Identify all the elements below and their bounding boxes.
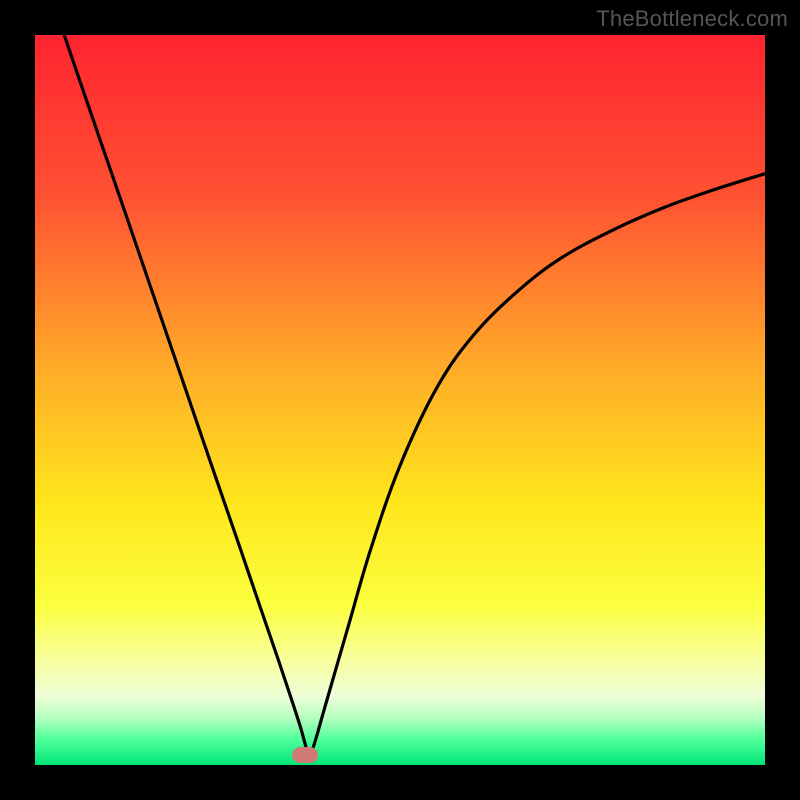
background-gradient bbox=[35, 35, 765, 765]
plot-area bbox=[35, 35, 765, 765]
optimal-marker bbox=[292, 747, 318, 763]
chart-frame: TheBottleneck.com bbox=[0, 0, 800, 800]
watermark-text: TheBottleneck.com bbox=[596, 6, 788, 32]
